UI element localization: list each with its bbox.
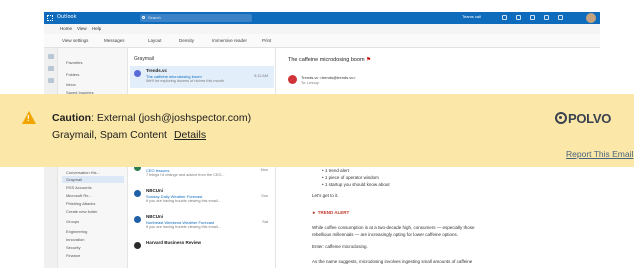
message-from: NBCUni — [146, 214, 163, 219]
email-paragraph: rebellious millennials — are increasingl… — [312, 232, 458, 237]
flag-icon: ⚑ — [366, 57, 372, 63]
folder-item[interactable]: RSS Accounts — [66, 185, 92, 190]
polvo-logo: POLVO — [555, 111, 611, 126]
bell-icon[interactable] — [502, 15, 507, 20]
folder-item[interactable]: Groups — [66, 219, 79, 224]
search-icon — [142, 16, 145, 19]
layout-button[interactable]: Layout — [148, 38, 162, 43]
list-item[interactable]: NBCUni Northeast Weekend Weather Forecas… — [130, 212, 274, 234]
category-text: Graymail, Spam Content — [52, 129, 167, 141]
list-item[interactable]: Trends.vc The caffeine microdosing boom … — [130, 66, 274, 88]
mail-icon[interactable] — [48, 54, 54, 59]
avatar — [134, 242, 141, 249]
email-paragraph: While coffee consumption is at a two-dec… — [312, 225, 475, 230]
message-from: Harvard Business Review — [146, 240, 202, 245]
search-placeholder: Search — [148, 15, 161, 20]
bullet-item: • 1 piece of operator wisdom — [322, 175, 379, 180]
caution-banner: ! Caution: External (josh@joshspector.co… — [0, 94, 634, 167]
create-folder-link[interactable]: Create new folder — [66, 209, 98, 214]
folder-item[interactable]: Favorites — [66, 60, 82, 65]
folder-item[interactable]: Phishing Attacks — [66, 201, 95, 206]
list-item[interactable]: Harvard Business Review — [130, 238, 274, 260]
folder-item[interactable]: Folders — [66, 72, 79, 77]
app-launcher-icon[interactable] — [47, 15, 53, 21]
calendar-icon[interactable] — [48, 66, 54, 71]
message-preview: We'll be exploring dozens of niches this… — [146, 79, 224, 83]
category-line: Graymail, Spam Content Details — [52, 129, 206, 141]
ribbon-toolbar: View settings Messages Layout Density Im… — [44, 34, 600, 48]
email-subject: The caffeine microdosing boom ⚑ — [288, 57, 372, 63]
bullet-item: • 1 trend alert — [322, 168, 349, 173]
details-link[interactable]: Details — [174, 129, 206, 141]
avatar[interactable] — [586, 13, 596, 23]
message-preview: 7 things I'd change and advice from the … — [146, 173, 225, 177]
tab-help[interactable]: Help — [92, 26, 101, 31]
message-from: Trends.vc — [146, 68, 168, 73]
people-icon[interactable] — [48, 78, 54, 83]
folder-item[interactable]: Microsoft Re... — [66, 193, 92, 198]
folder-item[interactable]: Innovation — [66, 237, 84, 242]
help-icon[interactable] — [558, 15, 563, 20]
avatar — [134, 190, 141, 197]
email-intro: Let's get to it. — [312, 193, 339, 198]
avatar — [134, 70, 141, 77]
tab-home[interactable]: Home — [60, 26, 72, 31]
folder-item[interactable]: Conversation His... — [66, 170, 100, 175]
folder-item[interactable]: Inbox — [66, 82, 76, 87]
message-list-header: Graymail — [134, 56, 155, 62]
caution-label: Caution — [52, 112, 92, 124]
gear-icon[interactable] — [530, 15, 535, 20]
search-box[interactable]: Search — [140, 14, 252, 22]
message-time: Mon — [260, 168, 268, 172]
density-button[interactable]: Density — [179, 38, 194, 43]
email-paragraph: Enter: caffeine microdosing. — [312, 244, 368, 249]
polvo-logo-text: POLVO — [568, 111, 612, 126]
email-paragraph: As the name suggests, microdosing involv… — [312, 259, 473, 264]
sender-avatar — [288, 75, 297, 84]
message-time: Sat — [262, 220, 268, 224]
message-preview: If you are having trouble viewing this e… — [146, 199, 221, 203]
teams-call-button[interactable]: Teams call — [462, 14, 481, 19]
view-settings-button[interactable]: View settings — [62, 38, 88, 43]
polvo-logo-icon — [555, 112, 567, 124]
tab-view[interactable]: View — [77, 26, 87, 31]
caution-text: : External (josh@joshspector.com) — [91, 112, 252, 124]
app-title: Outlook — [57, 14, 77, 20]
caution-line: Caution: External (josh@joshspector.com) — [52, 112, 251, 124]
print-button[interactable]: Print — [262, 38, 271, 43]
megaphone-icon[interactable] — [516, 15, 521, 20]
folder-item[interactable]: Finance — [66, 253, 80, 258]
warning-icon: ! — [22, 111, 36, 124]
avatar — [134, 216, 141, 223]
message-time: Sun — [261, 194, 268, 198]
message-from: NBCUni — [146, 188, 163, 193]
outlook-topbar: Outlook Search Teams call — [44, 12, 600, 24]
message-time: 9:12 AM — [254, 74, 268, 78]
folder-item[interactable]: Engineering — [66, 229, 87, 234]
messages-button[interactable]: Messages — [104, 38, 125, 43]
folder-item[interactable]: Security — [66, 245, 80, 250]
trend-heading: ► TREND ALERT — [312, 210, 350, 215]
message-preview: If you are having trouble viewing this e… — [146, 225, 221, 229]
ribbon-tabs: Home View Help — [44, 24, 600, 34]
email-recipients: To: Lmnop — [301, 81, 319, 85]
email-sender: Trends.vc <trends@trends.vc> — [301, 75, 356, 80]
bullet-item: • 1 startup you should know about — [322, 182, 390, 187]
lightbulb-icon[interactable] — [544, 15, 549, 20]
immersive-reader-button[interactable]: Immersive reader — [212, 38, 247, 43]
list-item[interactable]: NBCUni Sunday Daily Weather Forecast If … — [130, 186, 274, 208]
report-email-link[interactable]: Report This Email — [566, 149, 633, 159]
folder-item-graymail[interactable]: Graymail — [66, 177, 82, 182]
